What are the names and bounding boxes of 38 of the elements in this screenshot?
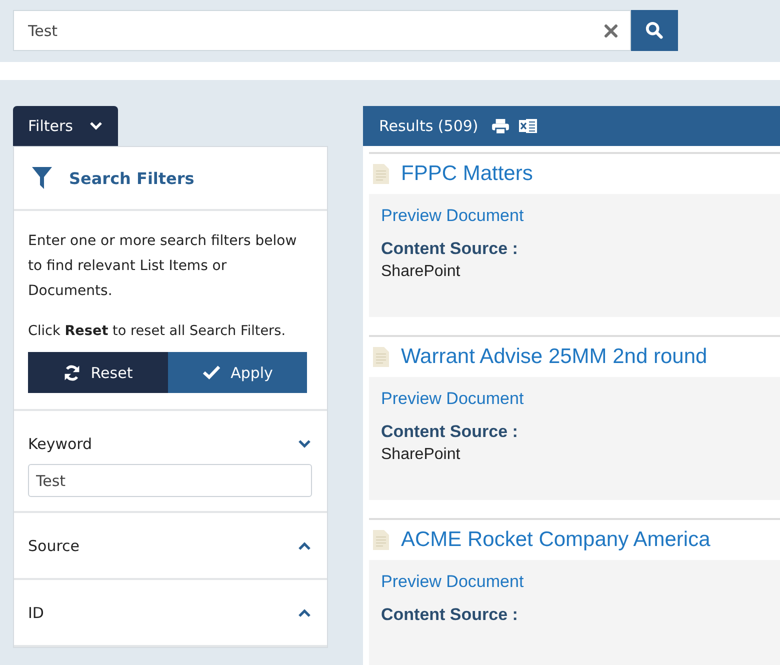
panel-title: Search Filters — [69, 168, 194, 188]
chevron-up-icon[interactable] — [297, 608, 312, 618]
filter-section-label: Keyword — [28, 434, 92, 452]
preview-link[interactable]: Preview Document — [381, 572, 524, 591]
document-icon — [373, 530, 389, 550]
apply-button[interactable]: Apply — [168, 352, 307, 393]
result-title-link[interactable]: ACME Rocket Company America — [401, 528, 710, 552]
search-icon — [645, 21, 664, 40]
search-field[interactable]: Test — [13, 10, 631, 51]
intro-text: Enter one or more search filters below to find relevant List Items or Documents. — [28, 232, 298, 301]
preview-link[interactable]: Preview Document — [381, 206, 524, 225]
chevron-up-icon[interactable] — [297, 540, 312, 550]
filters-tab[interactable]: Filters — [13, 106, 118, 146]
hint-text: Click Reset to reset all Search Filters. — [28, 322, 287, 341]
chevron-down-icon — [88, 121, 103, 131]
print-icon[interactable] — [492, 118, 510, 134]
field-label: Content Source : — [381, 422, 519, 442]
field-label: Content Source : — [381, 605, 519, 625]
clear-icon[interactable] — [604, 24, 618, 38]
field-value: SharePoint — [381, 446, 462, 464]
result-title-link[interactable]: Warrant Advise 25MM 2nd round — [401, 345, 708, 369]
filter-section-label: Source — [28, 536, 80, 554]
keyword-field[interactable]: Test — [28, 464, 312, 497]
preview-link[interactable]: Preview Document — [381, 389, 524, 408]
refresh-icon — [62, 364, 81, 382]
funnel-icon — [31, 167, 53, 189]
document-icon — [373, 347, 389, 367]
search-button[interactable] — [631, 10, 678, 51]
spreadsheet-icon[interactable] — [519, 118, 538, 134]
document-icon — [373, 164, 389, 184]
field-label: Content Source : — [381, 239, 519, 259]
filter-section-label: ID — [28, 604, 44, 622]
result-title-link[interactable]: FPPC Matters — [401, 162, 533, 186]
chevron-down-icon[interactable] — [297, 438, 312, 448]
checkmark-icon — [202, 365, 221, 380]
results-count: Results (509) — [379, 117, 478, 135]
reset-button[interactable]: Reset — [28, 352, 168, 393]
field-value: SharePoint — [381, 263, 462, 281]
